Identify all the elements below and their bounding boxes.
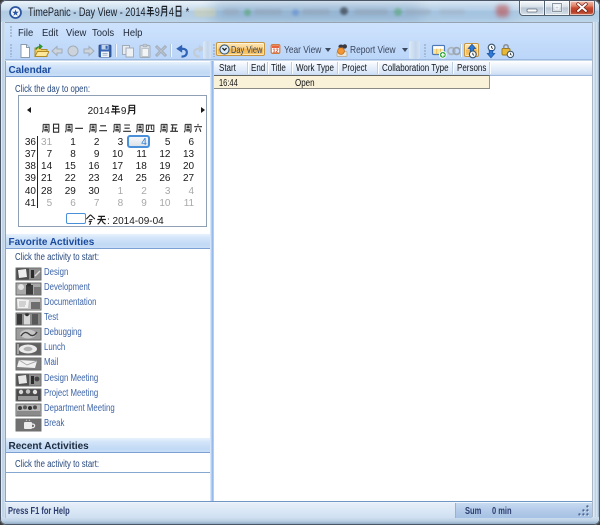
svg-text:12: 12 (272, 48, 278, 54)
